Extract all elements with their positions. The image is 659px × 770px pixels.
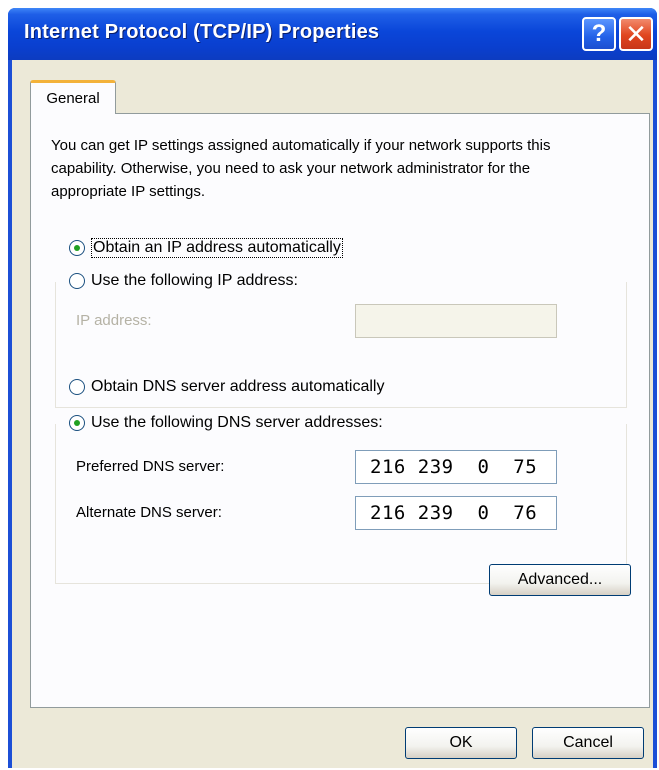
- radio-button-selected[interactable]: [69, 240, 85, 256]
- general-tab-panel: You can get IP settings assigned automat…: [30, 113, 650, 708]
- ok-button[interactable]: OK: [405, 727, 517, 759]
- obtain-dns-auto-label: Obtain DNS server address automatically: [91, 378, 385, 395]
- ip-address-label: IP address:: [76, 312, 152, 329]
- dialog-window: Internet Protocol (TCP/IP) Properties ? …: [8, 8, 657, 768]
- radio-button[interactable]: [69, 379, 85, 395]
- obtain-dns-auto-radio[interactable]: Obtain DNS server address automatically: [69, 378, 384, 396]
- close-button[interactable]: ✕: [619, 17, 653, 51]
- obtain-ip-auto-radio[interactable]: Obtain an IP address automatically: [69, 238, 343, 258]
- obtain-ip-auto-label: Obtain an IP address automatically: [91, 238, 343, 258]
- tab-general[interactable]: General: [30, 80, 116, 114]
- preferred-dns-label: Preferred DNS server:: [76, 458, 225, 475]
- ip-address-input[interactable]: [355, 304, 557, 338]
- alternate-dns-input[interactable]: 216 239 0 76: [355, 496, 557, 530]
- help-icon: ?: [591, 20, 607, 47]
- advanced-button[interactable]: Advanced...: [489, 564, 631, 596]
- preferred-dns-input[interactable]: 216 239 0 75: [355, 450, 557, 484]
- alternate-dns-label: Alternate DNS server:: [76, 504, 222, 521]
- close-icon: ✕: [625, 18, 647, 49]
- title-bar[interactable]: Internet Protocol (TCP/IP) Properties ? …: [8, 8, 657, 60]
- cancel-button[interactable]: Cancel: [532, 727, 644, 759]
- help-button[interactable]: ?: [582, 17, 616, 51]
- window-title: Internet Protocol (TCP/IP) Properties: [24, 21, 380, 43]
- description-text: You can get IP settings assigned automat…: [51, 137, 551, 200]
- dialog-body: General You can get IP settings assigned…: [12, 60, 653, 768]
